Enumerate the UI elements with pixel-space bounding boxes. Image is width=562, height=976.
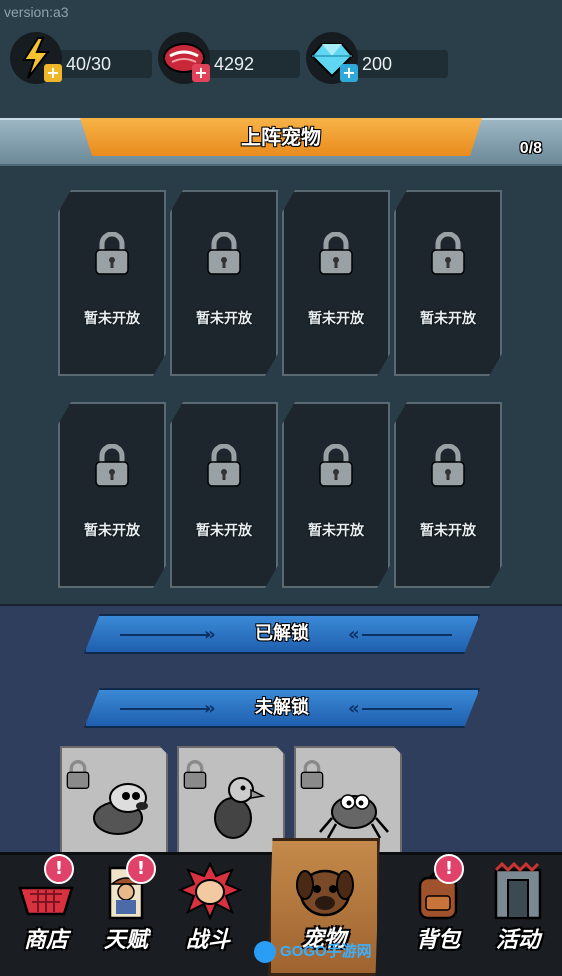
nav-bag[interactable]: ! 背包 xyxy=(398,852,478,976)
pet-slot[interactable]: 暂未开放 xyxy=(170,402,278,588)
slot-label: 暂未开放 xyxy=(196,311,252,327)
nav-activity-label: 活动 xyxy=(495,928,540,953)
notification-badge: ! xyxy=(126,854,156,884)
nav-talent-label: 天赋 xyxy=(103,928,148,953)
pet-slot[interactable]: 暂未开放 xyxy=(282,190,390,376)
deploy-count: 0/8 xyxy=(519,140,542,157)
slot-label: 暂未开放 xyxy=(196,523,252,539)
nav-battle-label: 战斗 xyxy=(185,928,230,953)
locked-pet-card[interactable] xyxy=(177,746,285,856)
slot-label: 暂未开放 xyxy=(420,311,476,327)
pet-slot[interactable]: 暂未开放 xyxy=(394,190,502,376)
slot-label: 暂未开放 xyxy=(308,311,364,327)
spider-pet-icon xyxy=(319,794,389,839)
fist-icon xyxy=(178,862,242,921)
pet-slot[interactable]: 暂未开放 xyxy=(170,190,278,376)
add-energy-icon[interactable]: + xyxy=(44,64,62,82)
locked-section-banner[interactable]: » « 未解锁 xyxy=(84,688,480,728)
nav-shop[interactable]: ! 商店 xyxy=(6,852,86,976)
slot-label: 暂未开放 xyxy=(308,523,364,539)
lock-icon xyxy=(207,232,241,275)
nav-bag-label: 背包 xyxy=(415,928,460,953)
slot-label: 暂未开放 xyxy=(84,523,140,539)
add-meat-icon[interactable]: + xyxy=(192,64,210,82)
slot-label: 暂未开放 xyxy=(84,311,140,327)
pet-slot[interactable]: 暂未开放 xyxy=(394,402,502,588)
locked-label: 未解锁 xyxy=(255,697,309,718)
unlocked-section-banner[interactable]: » « 已解锁 xyxy=(84,614,480,654)
lock-icon xyxy=(319,444,353,487)
dog-face-icon xyxy=(296,869,354,917)
notification-badge: ! xyxy=(44,854,74,884)
lock-icon xyxy=(207,444,241,487)
pet-slot[interactable]: 暂未开放 xyxy=(282,402,390,588)
watermark-text: GOGO手游网 xyxy=(280,943,372,960)
gate-icon xyxy=(494,862,542,920)
vulture-pet-icon xyxy=(214,777,266,839)
version-label: version:a3 xyxy=(4,4,69,20)
nav-battle[interactable]: 战斗 xyxy=(168,852,248,976)
pet-slot[interactable]: 暂未开放 xyxy=(58,402,166,588)
lock-icon xyxy=(95,232,129,275)
notification-badge: ! xyxy=(434,854,464,884)
watermark: GOGO手游网 xyxy=(254,938,374,966)
watermark-logo-icon xyxy=(254,941,276,964)
lock-icon xyxy=(431,232,465,275)
nav-activity[interactable]: 活动 xyxy=(478,852,558,976)
unlocked-label: 已解锁 xyxy=(255,623,309,644)
lock-icon xyxy=(319,232,353,275)
nav-shop-label: 商店 xyxy=(23,928,68,953)
pet-slot[interactable]: 暂未开放 xyxy=(58,190,166,376)
lock-icon xyxy=(431,444,465,487)
slot-label: 暂未开放 xyxy=(420,523,476,539)
dog-pet-icon xyxy=(93,783,148,835)
deploy-title: 上阵宠物 xyxy=(80,118,482,156)
add-diamond-icon[interactable]: + xyxy=(340,64,358,82)
locked-pet-card[interactable] xyxy=(60,746,168,856)
lock-icon xyxy=(95,444,129,487)
nav-talent[interactable]: ! 天赋 xyxy=(86,852,166,976)
